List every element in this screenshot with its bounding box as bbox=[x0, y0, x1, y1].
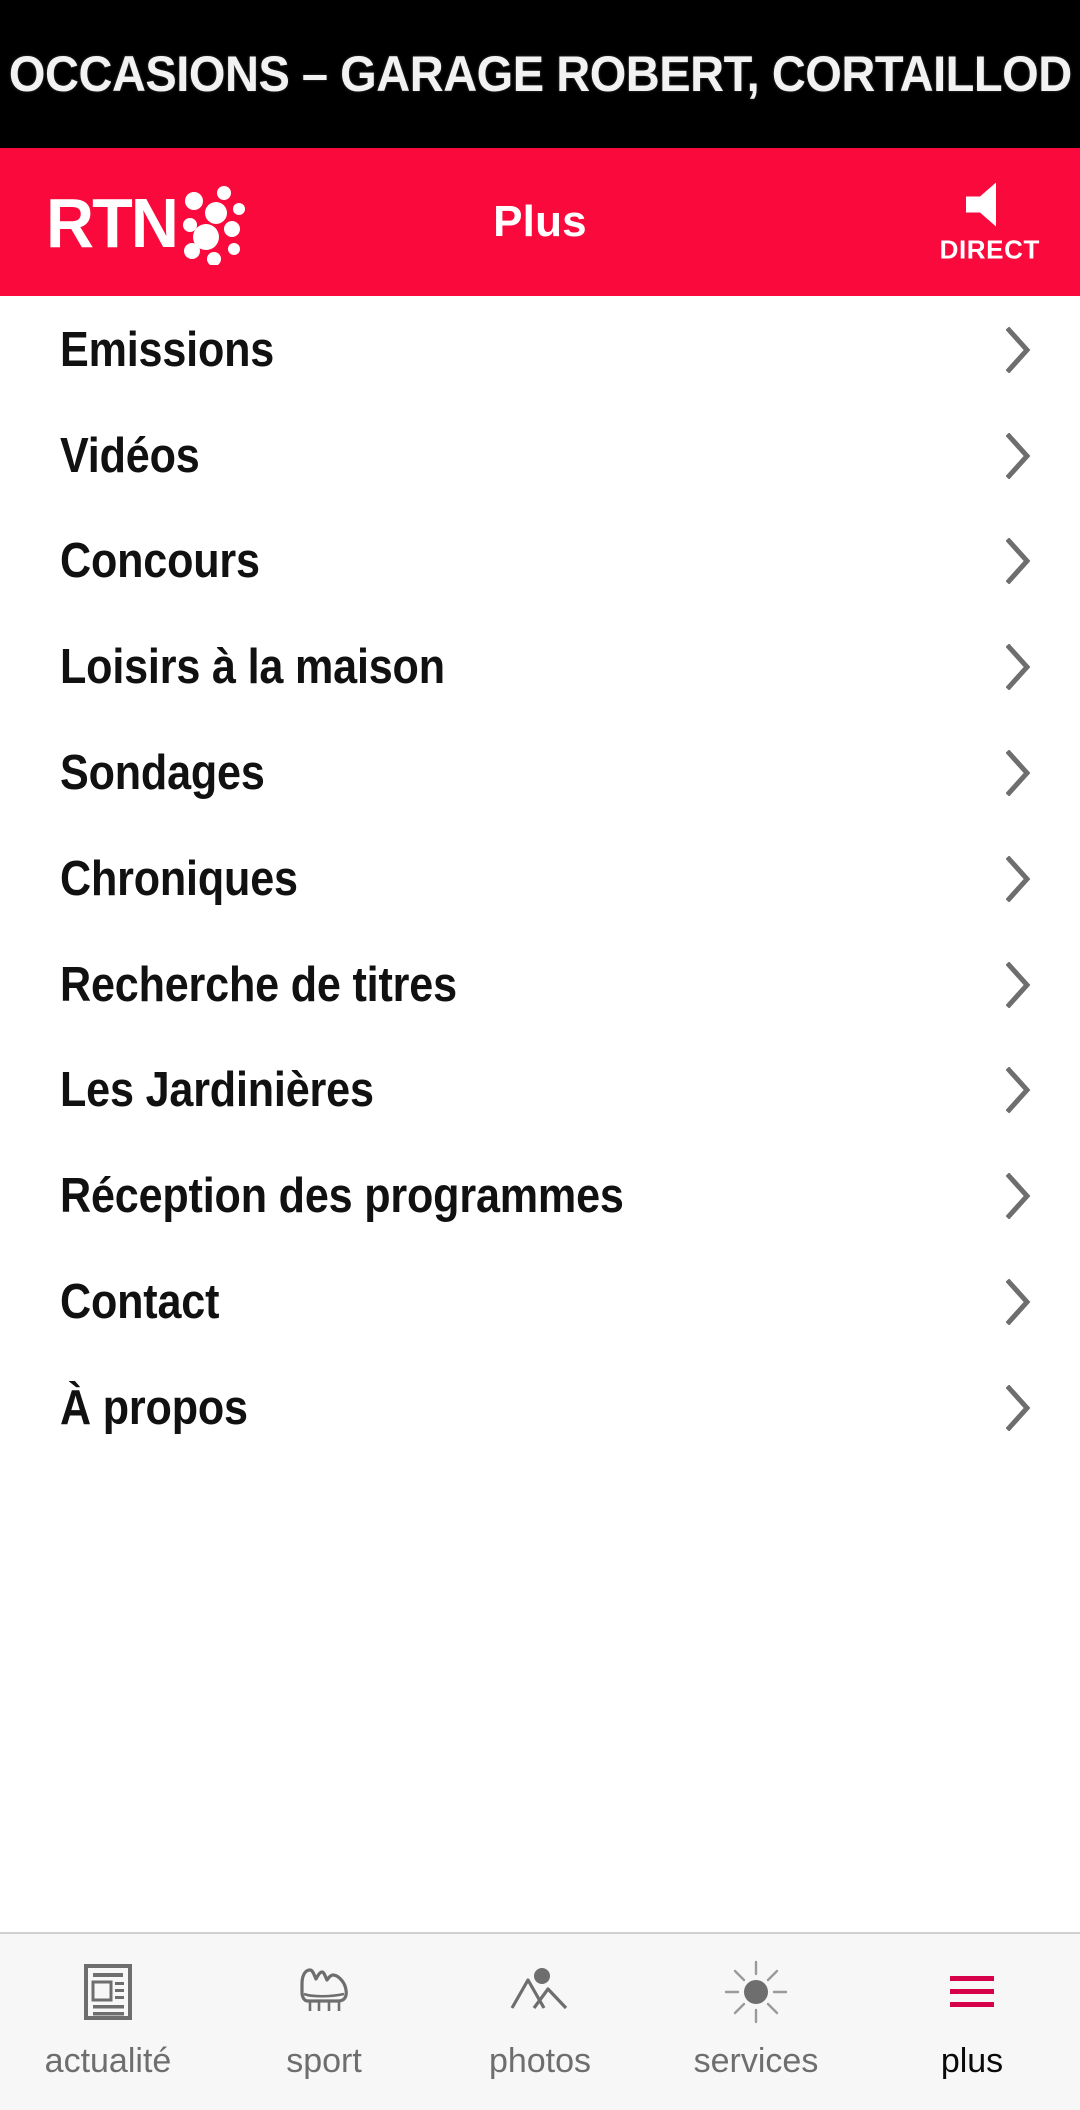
sun-icon bbox=[724, 1960, 788, 2024]
menu-item-label: Concours bbox=[60, 534, 260, 589]
menu-item-label: Les Jardinières bbox=[60, 1063, 374, 1118]
menu-item-label: Vidéos bbox=[60, 428, 200, 483]
chevron-right-icon bbox=[1006, 1067, 1031, 1114]
chevron-right-icon bbox=[1006, 961, 1031, 1008]
tab-plus[interactable]: plus bbox=[864, 1956, 1080, 2081]
svg-text:RTN: RTN bbox=[46, 184, 177, 262]
tab-label: actualité bbox=[44, 2042, 172, 2080]
menu-item-label: À propos bbox=[60, 1380, 248, 1435]
chevron-right-icon bbox=[1006, 538, 1031, 585]
tab-label: sport bbox=[286, 2042, 362, 2080]
tab-services[interactable]: services bbox=[648, 1956, 864, 2081]
menu-item-a-propos[interactable]: À propos bbox=[0, 1354, 1080, 1461]
tab-photos[interactable]: photos bbox=[432, 1956, 648, 2081]
menu-item-label: Recherche de titres bbox=[60, 957, 457, 1012]
menu-item-label: Réception des programmes bbox=[60, 1169, 624, 1224]
menu-list: Emissions Vidéos Concours Loisirs à la m… bbox=[0, 296, 1080, 1932]
tab-actualite[interactable]: actualité bbox=[0, 1956, 216, 2081]
menu-item-concours[interactable]: Concours bbox=[0, 508, 1080, 615]
speaker-icon bbox=[965, 182, 996, 227]
menu-item-label: Loisirs à la maison bbox=[60, 640, 445, 695]
menu-item-label: Sondages bbox=[60, 746, 265, 801]
menu-item-label: Chroniques bbox=[60, 851, 298, 906]
chevron-right-icon bbox=[1006, 644, 1031, 691]
rtn-logo[interactable]: RTN bbox=[46, 179, 246, 266]
app-screen: OCCASIONS – GARAGE ROBERT, CORTAILLOD RT… bbox=[0, 0, 1080, 2110]
chevron-right-icon bbox=[1006, 750, 1031, 797]
chevron-right-icon bbox=[1006, 1384, 1031, 1431]
hamburger-icon bbox=[950, 1976, 994, 2007]
chevron-right-icon bbox=[1006, 1173, 1031, 1220]
chevron-right-icon bbox=[1006, 432, 1031, 479]
menu-item-contact[interactable]: Contact bbox=[0, 1249, 1080, 1355]
chevron-right-icon bbox=[1006, 1279, 1031, 1326]
menu-item-recherche-de-titres[interactable]: Recherche de titres bbox=[0, 931, 1080, 1038]
football-boot-icon bbox=[300, 1968, 348, 2011]
direct-label: DIRECT bbox=[939, 234, 1040, 265]
menu-item-chroniques[interactable]: Chroniques bbox=[0, 825, 1080, 932]
tab-sport[interactable]: sport bbox=[216, 1956, 432, 2081]
menu-item-videos[interactable]: Vidéos bbox=[0, 402, 1080, 509]
app-header: RTN Plus DIRECT bbox=[0, 148, 1080, 296]
ad-banner[interactable]: OCCASIONS – GARAGE ROBERT, CORTAILLOD bbox=[0, 0, 1080, 148]
chevron-right-icon bbox=[1006, 855, 1031, 902]
ad-banner-text: OCCASIONS – GARAGE ROBERT, CORTAILLOD bbox=[8, 46, 1072, 102]
newspaper-icon bbox=[84, 1964, 132, 2020]
chevron-right-icon bbox=[1006, 326, 1031, 373]
direct-button[interactable]: DIRECT bbox=[940, 179, 1040, 266]
menu-item-sondages[interactable]: Sondages bbox=[0, 720, 1080, 826]
mountains-icon bbox=[510, 1968, 568, 2010]
menu-item-reception-des-programmes[interactable]: Réception des programmes bbox=[0, 1143, 1080, 1250]
menu-item-emissions[interactable]: Emissions bbox=[0, 297, 1080, 403]
bottom-tab-bar: actualité sport photos services plus bbox=[0, 1932, 1080, 2110]
tab-label: plus bbox=[940, 2042, 1004, 2080]
menu-item-les-jardinieres[interactable]: Les Jardinières bbox=[0, 1037, 1080, 1144]
menu-item-label: Contact bbox=[60, 1275, 220, 1330]
tab-label: photos bbox=[488, 2042, 592, 2080]
menu-item-loisirs-a-la-maison[interactable]: Loisirs à la maison bbox=[0, 614, 1080, 721]
tab-label: services bbox=[693, 2042, 819, 2080]
menu-item-label: Emissions bbox=[60, 322, 275, 377]
